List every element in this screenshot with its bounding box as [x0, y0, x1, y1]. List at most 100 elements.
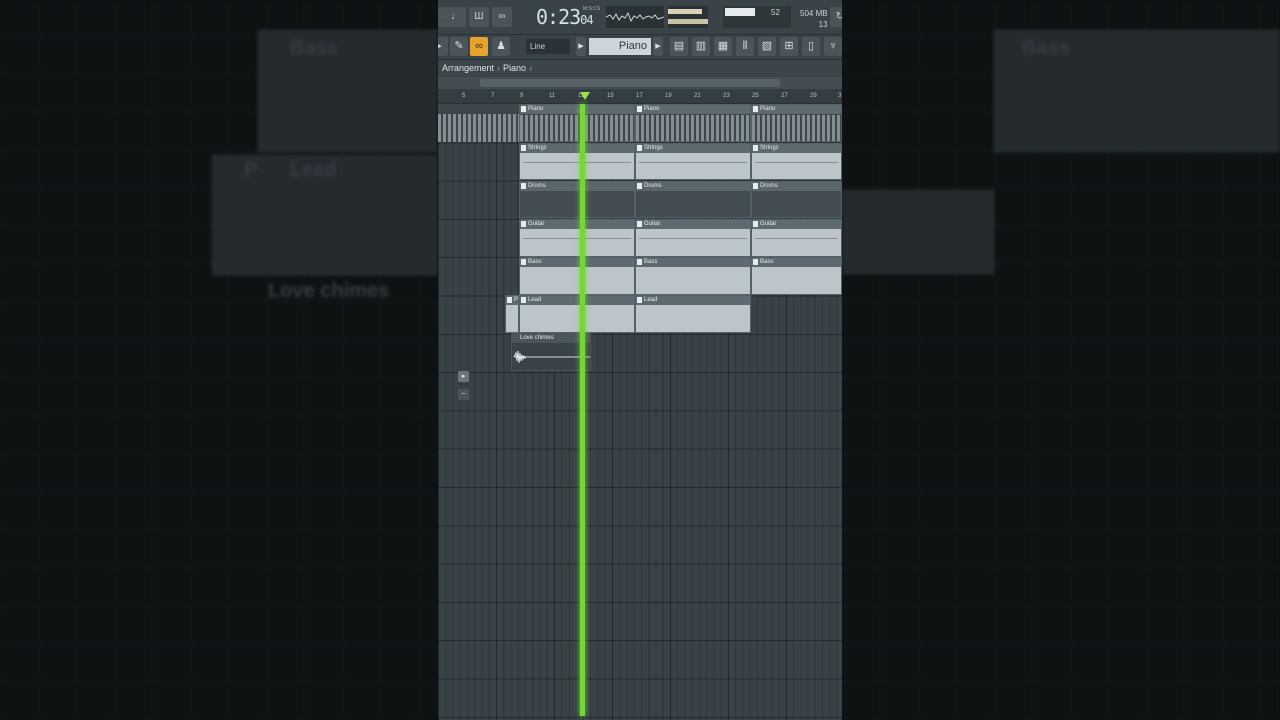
loop-record-button[interactable]: ∞ — [492, 7, 512, 27]
clip-label: Piano — [760, 106, 776, 112]
clip-piano-partial[interactable] — [438, 104, 519, 142]
timeline-ruler[interactable]: 5 7 9 11 13 15 17 19 21 23 25 27 29 3 — [438, 89, 842, 104]
pattern-icon — [521, 221, 526, 227]
breadcrumb-piano[interactable]: Piano — [503, 63, 526, 73]
clip-header: Piano — [752, 105, 841, 114]
clip-label: Guitar — [760, 221, 777, 227]
clip-piano[interactable]: Piano — [635, 104, 751, 142]
pattern-icon — [637, 259, 642, 265]
pattern-icon — [637, 145, 642, 151]
breadcrumb: Arrangement › Piano › — [438, 60, 842, 76]
breadcrumb-arrangement[interactable]: Arrangement — [442, 63, 494, 73]
clip-header: Strings — [636, 144, 750, 153]
pattern-icon — [521, 259, 526, 265]
clip-guitar[interactable]: Guitar — [635, 219, 751, 257]
clip-label: Strings — [528, 145, 547, 151]
mixer-icon[interactable]: ⫴ — [736, 37, 754, 56]
waveform-tool-icon[interactable]: ~ — [458, 389, 469, 400]
metronome-button[interactable]: ♩ — [446, 7, 466, 27]
clip-lead-p[interactable]: P — [505, 295, 519, 333]
breadcrumb-separator: › — [497, 63, 501, 73]
channel-next-button[interactable]: ▸ — [653, 37, 663, 56]
playhead-marker-icon[interactable] — [580, 92, 590, 100]
clip-label: Love chimes — [520, 335, 554, 341]
playhead-line[interactable] — [580, 104, 585, 716]
pattern-icon — [637, 183, 642, 189]
time-sub: 04 — [580, 13, 593, 27]
clip-drums[interactable]: Drums — [635, 181, 751, 218]
clip-drums[interactable]: Drums — [751, 181, 842, 218]
clip-bass[interactable]: Bass — [751, 257, 842, 295]
clip-label: Lead — [528, 297, 542, 303]
cpu-monitor — [723, 6, 791, 28]
channel-select[interactable]: Piano — [589, 38, 651, 55]
pattern-icon — [753, 145, 758, 151]
pattern-icon — [637, 221, 642, 227]
background-clip-bass — [258, 30, 438, 152]
pattern-icon — [521, 183, 526, 189]
menu-arrow-button[interactable]: ▸ — [438, 37, 448, 56]
clip-header: Bass — [520, 258, 634, 267]
clip-lead[interactable]: Lead — [635, 295, 751, 333]
audio-waveform-icon — [513, 350, 590, 364]
horizontal-scrollbar[interactable] — [438, 77, 842, 89]
clip-header: Love chimes — [512, 334, 590, 343]
clip-lead[interactable]: Lead — [519, 295, 635, 333]
countdown-button[interactable]: Ш — [469, 7, 489, 27]
ruler-tick: 23 — [723, 93, 730, 99]
audio-clip-icon[interactable]: ▸ — [458, 371, 469, 382]
browser-icon[interactable]: ⊞ — [780, 37, 798, 56]
clip-bass[interactable]: Bass — [635, 257, 751, 295]
clip-notes — [520, 115, 634, 141]
clip-guitar[interactable]: Guitar — [751, 219, 842, 257]
clip-label: Guitar — [528, 221, 545, 227]
patterns-icon[interactable]: ▧ — [758, 37, 776, 56]
clip-header: Guitar — [752, 220, 841, 229]
clip-header: Lead — [636, 296, 750, 305]
snap-select[interactable]: Line — [526, 39, 570, 54]
clip-strings[interactable]: Strings — [635, 143, 751, 180]
ruler-tick: 25 — [752, 93, 759, 99]
clip-header: Guitar — [520, 220, 634, 229]
channel-rack-icon[interactable]: ▦ — [714, 37, 732, 56]
clip-audio-love-chimes[interactable]: Love chimes — [511, 333, 591, 371]
clip-label: Piano — [644, 106, 660, 112]
piano-roll-icon[interactable]: ▥ — [692, 37, 710, 56]
file-icon[interactable]: ▯ — [802, 37, 820, 56]
ruler-tick: 19 — [665, 93, 672, 99]
ruler-tick: 29 — [810, 93, 817, 99]
clip-guitar[interactable]: Guitar — [519, 219, 635, 257]
clip-label: Drums — [644, 183, 662, 189]
daw-window: ◐ ♩ Ш ∞ 0:2304 M:S:CS 52 504 MB 13 ↻ ▸ ✎… — [438, 0, 842, 720]
clip-drums[interactable]: Drums — [519, 181, 635, 218]
playlist-icon[interactable]: ▤ — [670, 37, 688, 56]
clip-header: Guitar — [636, 220, 750, 229]
refresh-icon[interactable]: ↻ — [830, 7, 842, 27]
clip-label: Lead — [644, 297, 658, 303]
breadcrumb-separator: › — [529, 63, 533, 73]
clip-strings[interactable]: Strings — [751, 143, 842, 180]
pattern-icon — [753, 183, 758, 189]
clip-piano[interactable]: Piano — [519, 104, 635, 142]
link-icon[interactable]: ∞ — [470, 37, 488, 56]
plugin-icon[interactable]: ♆ — [824, 37, 842, 56]
clip-notes — [523, 162, 631, 163]
clip-header: Drums — [520, 182, 634, 191]
oscilloscope-display — [605, 6, 665, 28]
clip-notes — [438, 114, 519, 142]
background-label-bass: Bass — [290, 37, 338, 59]
pattern-icon — [507, 297, 512, 303]
playlist-grid[interactable]: Piano Piano Piano Strings Strings String… — [438, 104, 842, 720]
clip-label: Strings — [644, 145, 663, 151]
ruler-tick: 5 — [462, 93, 466, 99]
stamp-tool-button[interactable]: ♟ — [492, 37, 510, 56]
brush-tool-button[interactable]: ✎ — [450, 37, 468, 56]
pattern-icon — [521, 145, 526, 151]
scrollbar-thumb[interactable] — [480, 79, 780, 87]
clip-bass[interactable]: Bass — [519, 257, 635, 295]
clip-strings[interactable]: Strings — [519, 143, 635, 180]
background-left-panel: Bass P Lead Love chimes — [0, 0, 438, 720]
clip-label: Bass — [644, 259, 658, 265]
channel-prev-button[interactable]: ▸ — [576, 37, 586, 56]
clip-piano[interactable]: Piano — [751, 104, 842, 142]
